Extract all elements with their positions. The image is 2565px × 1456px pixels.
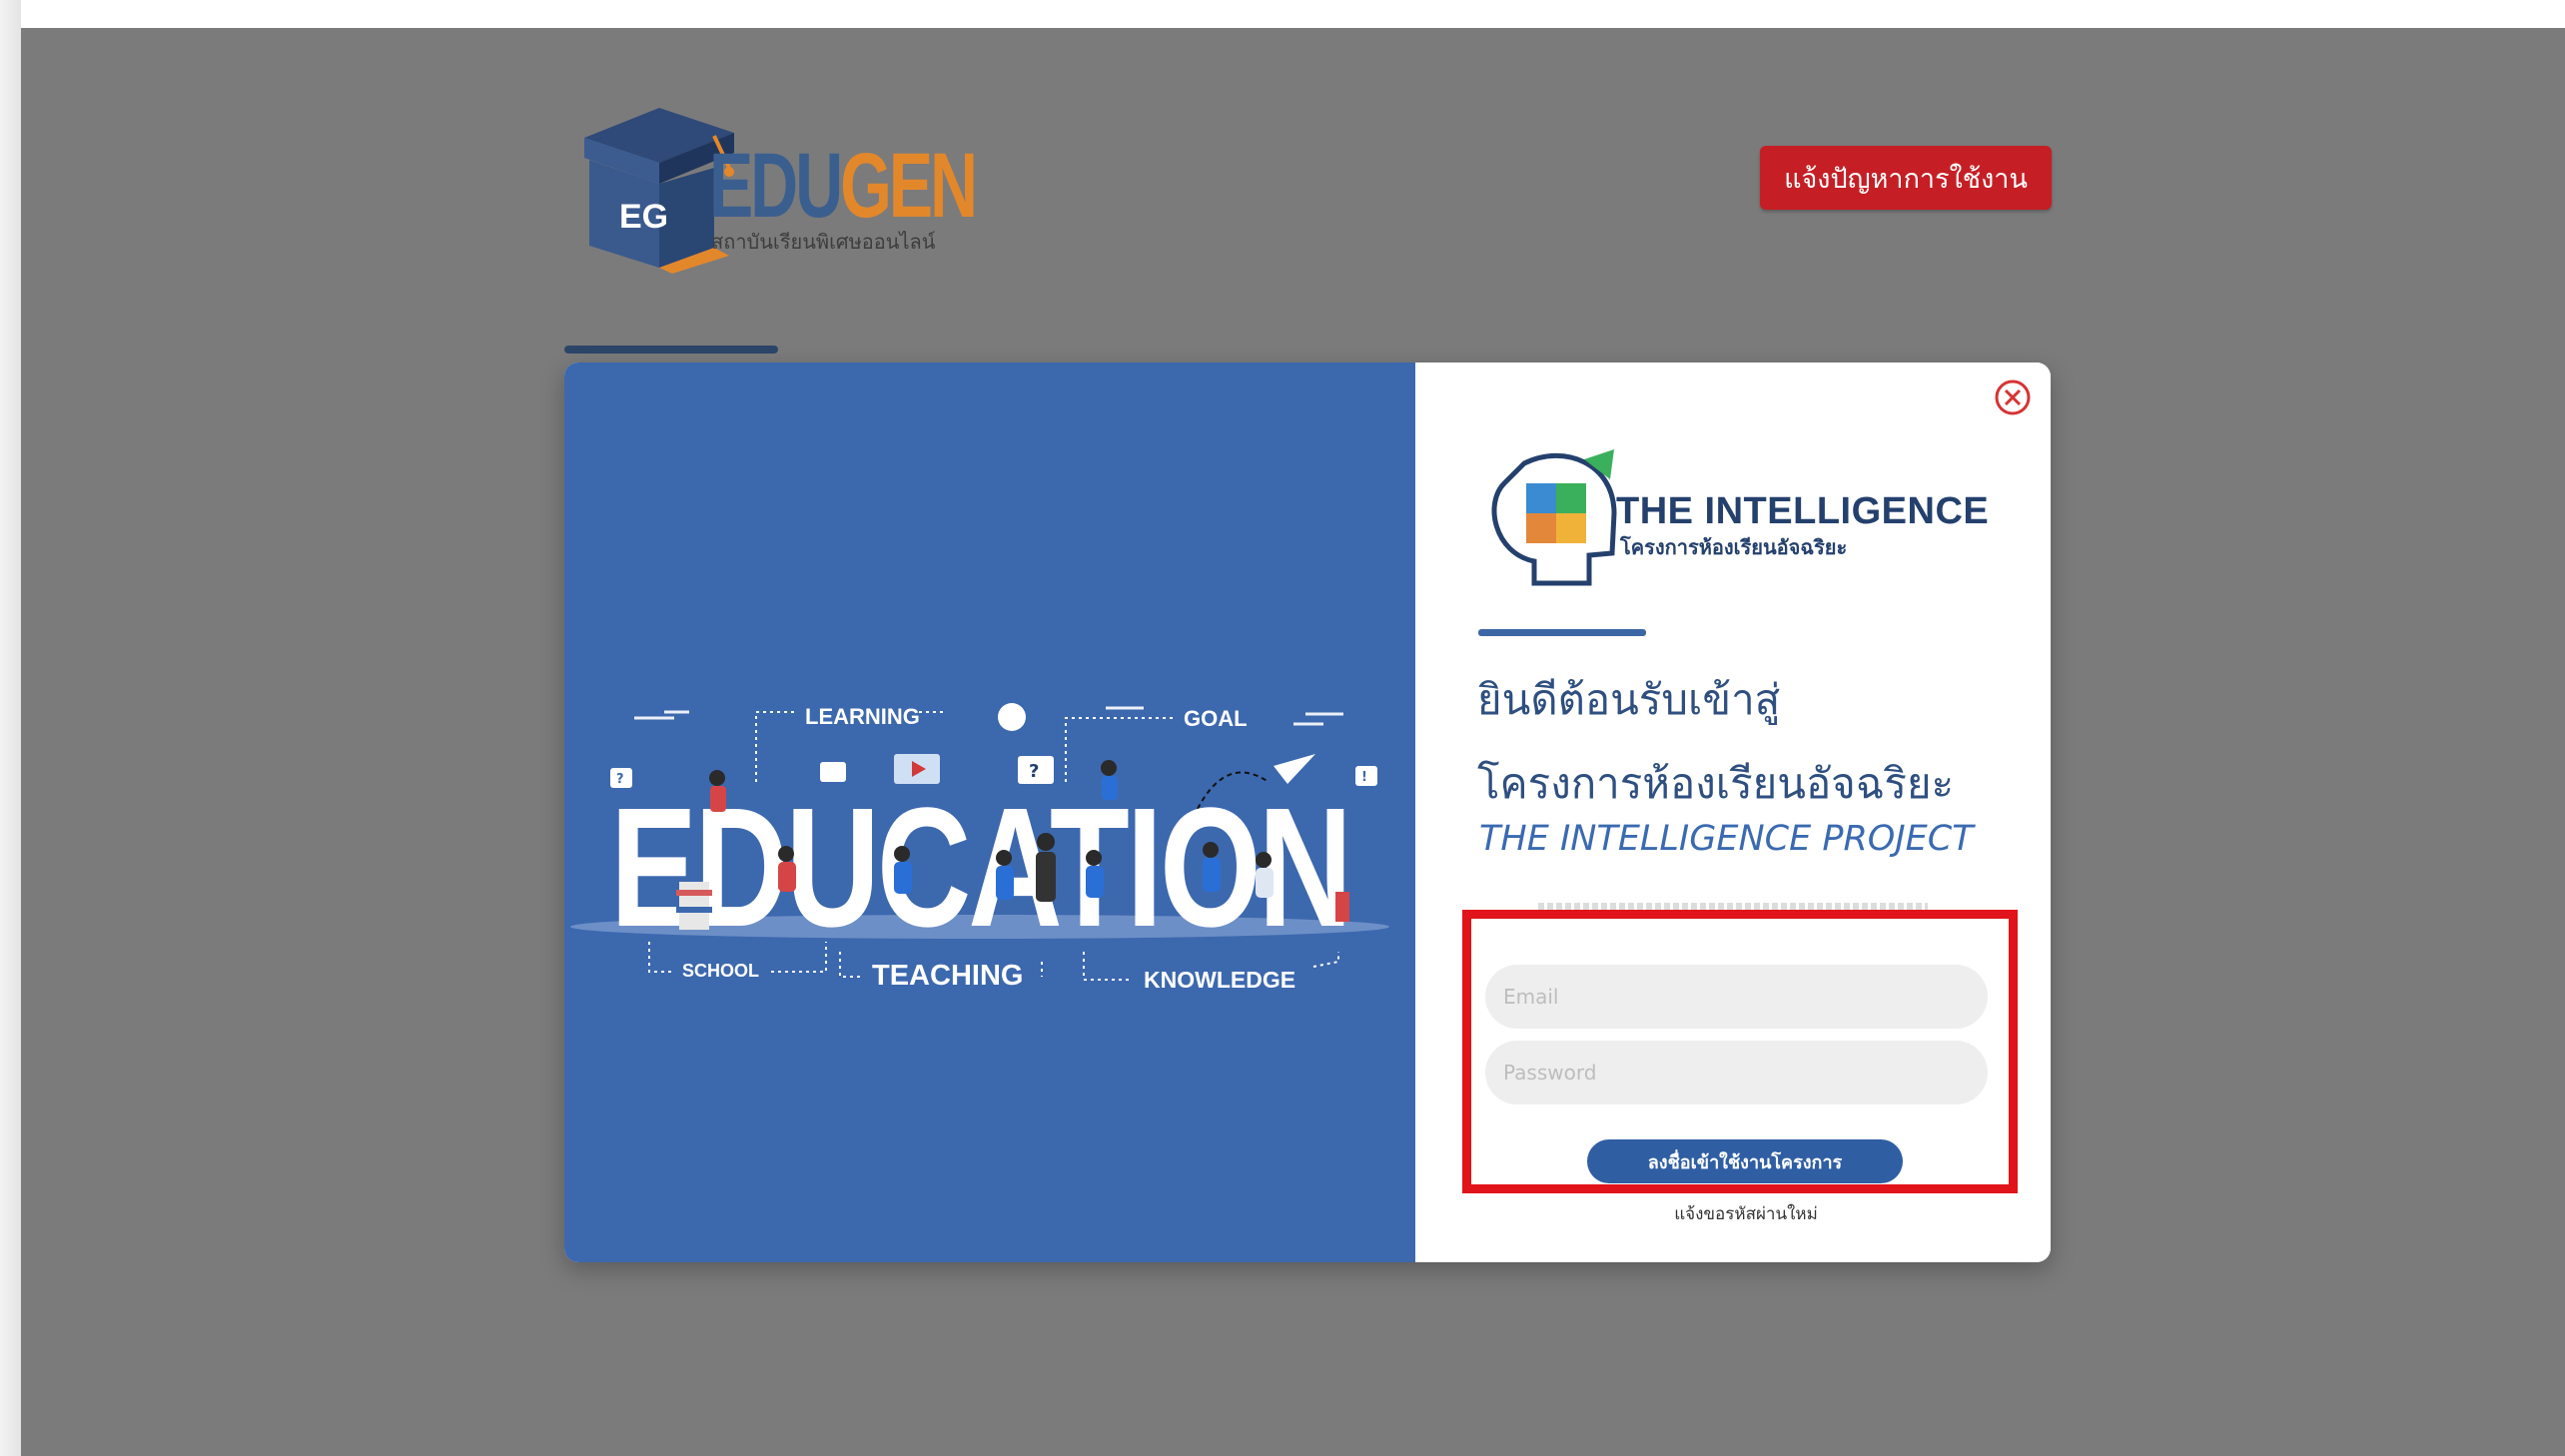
- close-circle-icon[interactable]: [1994, 378, 2032, 416]
- education-banner: ? ? ! LEARNING GOAL SCHOOL TEACHING KNOW…: [564, 363, 1415, 1262]
- education-illustration: ? ? ! LEARNING GOAL SCHOOL TEACHING KNOW…: [570, 703, 1389, 993]
- banner-tag-knowledge: KNOWLEDGE: [1144, 967, 1295, 993]
- brand-title: THE INTELLIGENCE: [1616, 490, 1990, 532]
- logo-wordmark-accent: GEN: [840, 135, 978, 237]
- logo-tagline: สถาบันเรียนพิเศษออนไลน์: [711, 232, 936, 254]
- logo-wordmark-main: EDU: [709, 135, 843, 237]
- logo-wordmark: EDUGEN: [709, 140, 978, 232]
- project-name-english: THE INTELLIGENCE PROJECT: [1479, 819, 1974, 859]
- svg-text:!: !: [1361, 770, 1367, 785]
- header-underline: [564, 346, 778, 354]
- login-button[interactable]: ลงชื่อเข้าใช้งานโครงการ: [1587, 1139, 1903, 1183]
- logo-letters: EG: [619, 198, 668, 236]
- forgot-password-link[interactable]: แจ้งขอรหัสผ่านใหม่: [1658, 1200, 1834, 1227]
- banner-tag-learning: LEARNING: [805, 704, 920, 729]
- brand-subtitle: โครงการห้องเรียนอัจฉริยะ: [1620, 535, 1848, 559]
- banner-tag-teaching: TEACHING: [872, 960, 1023, 992]
- report-problem-button[interactable]: แจ้งปัญหาการใช้งาน: [1760, 146, 2052, 210]
- welcome-heading: ยินดีต้อนรับเข้าสู่: [1477, 675, 1781, 724]
- banner-tag-school: SCHOOL: [682, 961, 759, 981]
- email-field[interactable]: [1485, 965, 1988, 1029]
- brand-underline: [1478, 629, 1646, 636]
- login-hint-text: [1538, 903, 1928, 917]
- window-frame: [0, 0, 21, 1456]
- banner-tag-goal: GOAL: [1184, 706, 1248, 731]
- project-name-thai: โครงการห้องเรียนอัจฉริยะ: [1477, 759, 1955, 808]
- password-field[interactable]: [1485, 1041, 1988, 1104]
